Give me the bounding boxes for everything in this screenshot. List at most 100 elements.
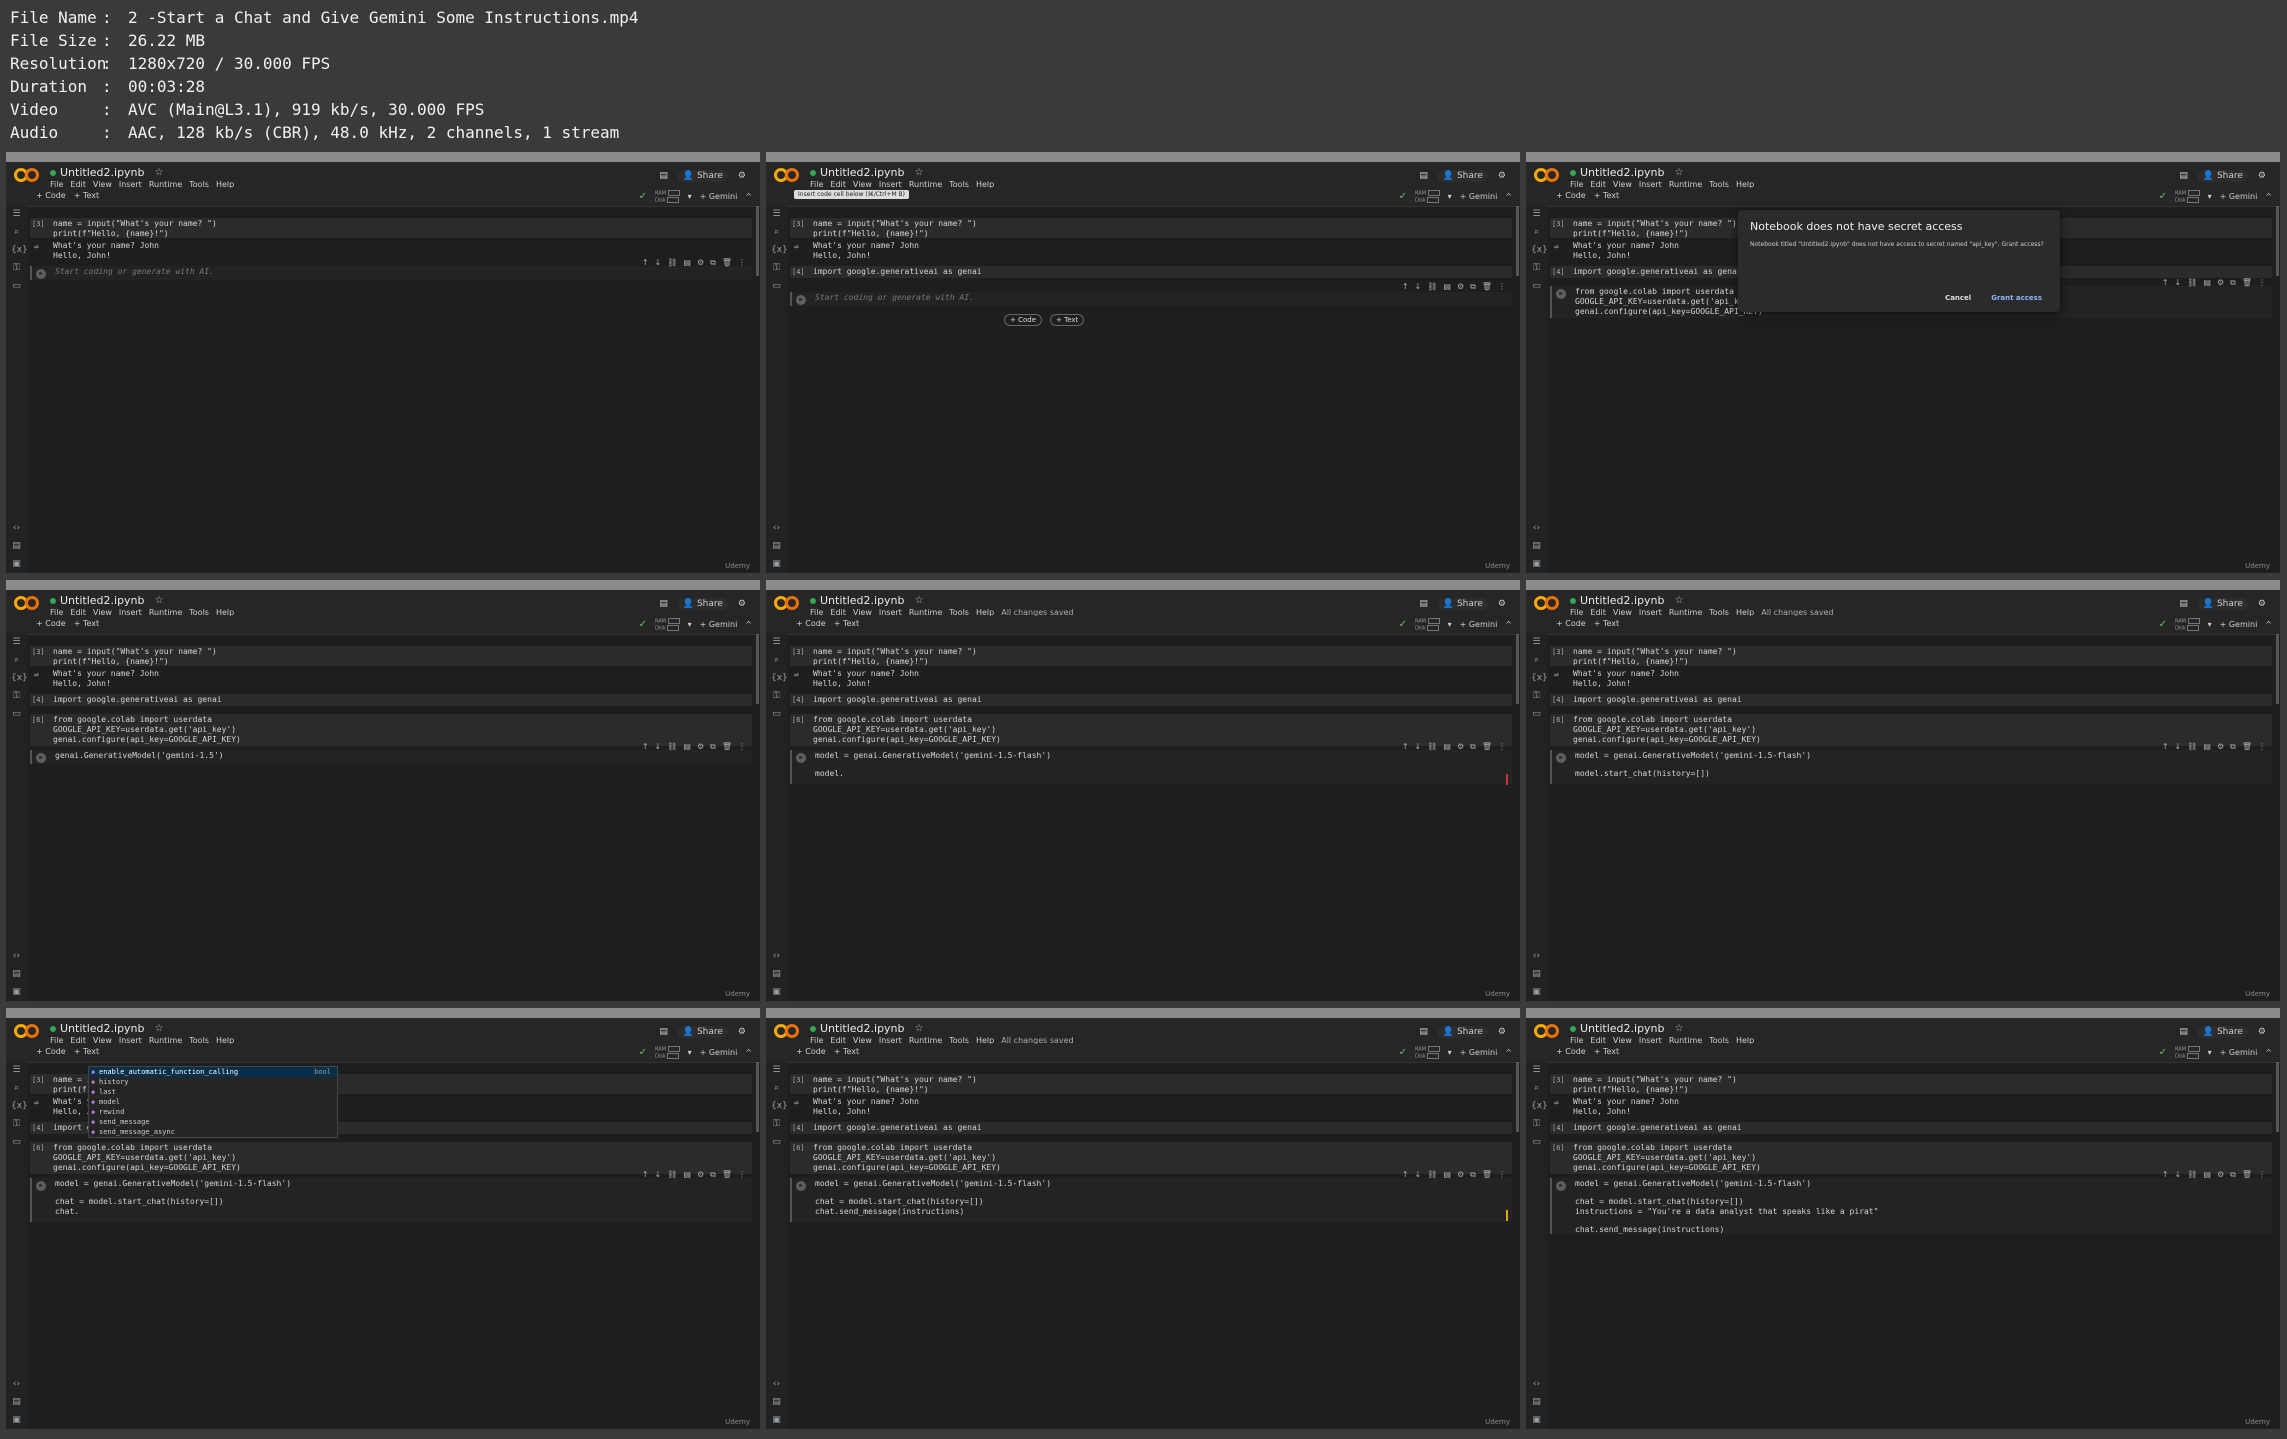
key-icon[interactable]: ⚿ bbox=[11, 1120, 22, 1129]
notebook-title[interactable]: Untitled2.ipynb ☆ bbox=[1570, 594, 1683, 607]
toc-icon[interactable]: ☰ bbox=[1531, 210, 1542, 219]
terminal-icon[interactable]: ▣ bbox=[11, 560, 22, 569]
cell-code[interactable]: name = input("What's your name? ")print(… bbox=[813, 647, 977, 667]
add-code-button[interactable]: + Code bbox=[36, 619, 66, 628]
add-code-button[interactable]: + Code bbox=[1556, 1047, 1586, 1056]
gear-icon[interactable]: ⚙ bbox=[2258, 1027, 2266, 1037]
folder-icon[interactable]: ▭ bbox=[1531, 1138, 1542, 1147]
autocomplete-item[interactable]: ◆ last bbox=[89, 1087, 337, 1097]
output-icon[interactable]: ⇌ bbox=[34, 242, 39, 252]
key-icon[interactable]: ⚿ bbox=[1531, 1120, 1542, 1129]
key-icon[interactable]: ⚿ bbox=[771, 1120, 782, 1129]
resources-indicator[interactable]: RAM Disk bbox=[1415, 190, 1440, 203]
terminal-icon[interactable]: ▣ bbox=[11, 988, 22, 997]
resources-indicator[interactable]: RAM Disk bbox=[655, 618, 680, 631]
cell-code[interactable]: from google.colab import userdata GOOGLE_… bbox=[1573, 1143, 1761, 1173]
autocomplete-item[interactable]: ◆ send_message_async bbox=[89, 1127, 337, 1137]
cell-code[interactable]: Start coding or generate with AI. bbox=[815, 293, 974, 303]
star-icon[interactable]: ☆ bbox=[1675, 167, 1684, 178]
share-button[interactable]: 👤 Share bbox=[1437, 170, 1488, 182]
search-icon[interactable]: ⌕ bbox=[11, 656, 22, 665]
variables-icon[interactable]: {x} bbox=[11, 1102, 28, 1111]
command-palette-icon[interactable]: ▤ bbox=[771, 1398, 782, 1407]
code-cell[interactable]: [3] name = input("What's your name? ")pri… bbox=[790, 218, 1512, 238]
settings-icon[interactable]: ⚙ bbox=[2217, 278, 2224, 288]
cell-code[interactable]: import google.generativeai as genai bbox=[813, 267, 982, 277]
toc-icon[interactable]: ☰ bbox=[1531, 1066, 1542, 1075]
cell-code[interactable]: name = input("What's your name? ")print(… bbox=[1573, 219, 1737, 239]
move-up-icon[interactable]: ↑ bbox=[2162, 278, 2169, 288]
run-cell-icon[interactable]: ▶ bbox=[36, 753, 46, 763]
comment-icon[interactable]: ▤ bbox=[659, 1027, 668, 1037]
chevron-down-icon[interactable]: ▾ bbox=[1448, 620, 1452, 629]
output-icon[interactable]: ⇌ bbox=[794, 670, 799, 680]
share-button[interactable]: 👤 Share bbox=[677, 598, 728, 610]
add-code-button[interactable]: + Code bbox=[796, 619, 826, 628]
code-snippets-icon[interactable]: ‹› bbox=[1531, 524, 1542, 533]
code-cell[interactable]: [3] name = input("What's your name? ")pri… bbox=[790, 1074, 1512, 1094]
code-cell[interactable]: [4] import google.generativeai as genai bbox=[790, 694, 1512, 706]
code-cell[interactable]: ▶ model = genai.GenerativeModel('gemini-1… bbox=[30, 1178, 752, 1222]
code-snippets-icon[interactable]: ‹› bbox=[1531, 1380, 1542, 1389]
folder-icon[interactable]: ▭ bbox=[11, 1138, 22, 1147]
cell-code[interactable]: from google.colab import userdata GOOGLE_… bbox=[1573, 715, 1761, 745]
add-text-button[interactable]: + Text bbox=[1594, 191, 1619, 200]
run-cell-icon[interactable]: ▶ bbox=[796, 753, 806, 763]
output-icon[interactable]: ⇌ bbox=[794, 1098, 799, 1108]
chevron-up-icon[interactable]: ^ bbox=[2265, 1048, 2272, 1057]
delete-icon[interactable]: 🗑 bbox=[1482, 282, 1492, 292]
comment-icon[interactable]: ▤ bbox=[2179, 171, 2188, 181]
autocomplete-item[interactable]: ◆ enable_automatic_function_calling bool bbox=[89, 1067, 337, 1077]
search-icon[interactable]: ⌕ bbox=[771, 1084, 782, 1093]
scrollbar[interactable] bbox=[1516, 206, 1519, 276]
cell-code[interactable]: import google.generativeai as genai bbox=[1573, 1123, 1742, 1133]
cell-code[interactable]: from google.colab import userdata GOOGLE_… bbox=[813, 1143, 1001, 1173]
folder-icon[interactable]: ▭ bbox=[11, 282, 22, 291]
code-snippets-icon[interactable]: ‹› bbox=[11, 1380, 22, 1389]
move-up-icon[interactable]: ↑ bbox=[642, 258, 649, 268]
share-button[interactable]: 👤 Share bbox=[1437, 1026, 1488, 1038]
share-button[interactable]: 👤 Share bbox=[1437, 598, 1488, 610]
variables-icon[interactable]: {x} bbox=[1531, 246, 1548, 255]
link-icon[interactable]: ⛓ bbox=[667, 258, 677, 268]
grant-access-button[interactable]: Grant access bbox=[1991, 294, 2042, 302]
cancel-button[interactable]: Cancel bbox=[1945, 294, 1971, 302]
cell-code[interactable]: model = genai.GenerativeModel('gemini-1.… bbox=[55, 1179, 291, 1217]
gear-icon[interactable]: ⚙ bbox=[2258, 599, 2266, 609]
cell-code[interactable]: name = input("What's your name? ")print(… bbox=[1573, 647, 1737, 667]
add-code-button[interactable]: + Code bbox=[1004, 314, 1043, 326]
star-icon[interactable]: ☆ bbox=[915, 167, 924, 178]
settings-icon[interactable]: ⚙ bbox=[1457, 282, 1464, 292]
cell-code[interactable]: import google.generativeai as genai bbox=[53, 695, 222, 705]
autocomplete-item[interactable]: ◆ rewind bbox=[89, 1107, 337, 1117]
notebook-title[interactable]: Untitled2.ipynb ☆ bbox=[50, 1022, 163, 1035]
output-icon[interactable]: ⇌ bbox=[794, 242, 799, 252]
code-cell[interactable]: ▶ model = genai.GenerativeModel('gemini-1… bbox=[1550, 750, 2272, 784]
comment-icon[interactable]: ▤ bbox=[659, 599, 668, 609]
star-icon[interactable]: ☆ bbox=[915, 1023, 924, 1034]
terminal-icon[interactable]: ▣ bbox=[1531, 988, 1542, 997]
code-snippets-icon[interactable]: ‹› bbox=[771, 1380, 782, 1389]
add-text-button[interactable]: + Text bbox=[74, 191, 99, 200]
gear-icon[interactable]: ⚙ bbox=[1498, 1027, 1506, 1037]
gemini-button[interactable]: + Gemini bbox=[700, 1048, 738, 1057]
search-icon[interactable]: ⌕ bbox=[11, 1084, 22, 1093]
code-cell[interactable]: ▶ Start coding or generate with AI. bbox=[30, 266, 752, 280]
run-cell-icon[interactable]: ▶ bbox=[36, 1181, 46, 1191]
scrollbar[interactable] bbox=[756, 206, 759, 276]
code-snippets-icon[interactable]: ‹› bbox=[11, 952, 22, 961]
chevron-up-icon[interactable]: ^ bbox=[745, 620, 752, 629]
comment-icon[interactable]: ▤ bbox=[1443, 282, 1451, 292]
chevron-down-icon[interactable]: ▾ bbox=[688, 620, 692, 629]
resources-indicator[interactable]: RAM Disk bbox=[2175, 618, 2200, 631]
star-icon[interactable]: ☆ bbox=[915, 595, 924, 606]
code-snippets-icon[interactable]: ‹› bbox=[771, 952, 782, 961]
chevron-up-icon[interactable]: ^ bbox=[745, 192, 752, 201]
folder-icon[interactable]: ▭ bbox=[11, 710, 22, 719]
folder-icon[interactable]: ▭ bbox=[771, 282, 782, 291]
move-down-icon[interactable]: ↓ bbox=[655, 258, 662, 268]
output-icon[interactable]: ⇌ bbox=[1554, 1098, 1559, 1108]
resources-indicator[interactable]: RAM Disk bbox=[655, 1046, 680, 1059]
star-icon[interactable]: ☆ bbox=[155, 1023, 164, 1034]
scrollbar[interactable] bbox=[756, 634, 759, 704]
